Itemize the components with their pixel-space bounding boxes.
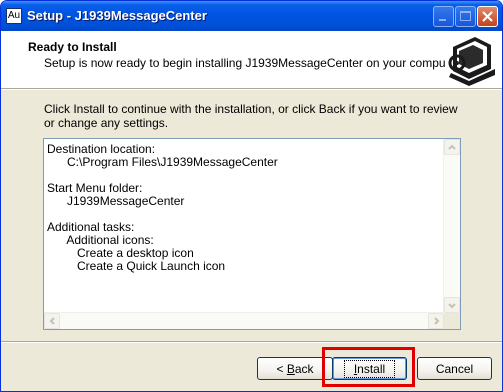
setup-computer-icon <box>445 33 499 87</box>
page-subtitle: Setup is now ready to begin installing J… <box>44 56 463 70</box>
summary-line: J1939MessageCenter <box>47 194 185 208</box>
wizard-header: Ready to Install Setup is now ready to b… <box>1 31 502 88</box>
setup-window: Au Setup - J1939MessageCenter Ready to I… <box>0 0 503 392</box>
header-divider-highlight <box>1 89 502 90</box>
scroll-up-button[interactable] <box>444 139 460 155</box>
arrow-up-icon <box>448 144 456 150</box>
arrow-down-icon <box>448 303 456 309</box>
vertical-scrollbar[interactable] <box>443 139 460 313</box>
scroll-right-button[interactable] <box>428 313 444 329</box>
page-title: Ready to Install <box>28 40 117 54</box>
close-button[interactable] <box>477 6 498 27</box>
minimize-icon <box>439 19 446 21</box>
instructions-text: Click Install to continue with the insta… <box>44 102 458 130</box>
arrow-left-icon <box>49 317 55 325</box>
maximize-icon <box>460 11 471 21</box>
scroll-down-button[interactable] <box>444 297 460 313</box>
ready-summary-memo[interactable]: Destination location: C:\Program Files\J… <box>43 138 461 330</box>
summary-text: Destination location: C:\Program Files\J… <box>47 143 437 273</box>
summary-line: Create a Quick Launch icon <box>47 259 226 273</box>
maximize-button[interactable] <box>455 6 476 27</box>
app-icon: Au <box>6 8 22 24</box>
back-button-label: < Back <box>276 361 314 376</box>
scrollbar-corner <box>444 313 460 329</box>
install-highlight-box <box>322 347 415 387</box>
arrow-right-icon <box>434 317 440 325</box>
summary-line: C:\Program Files\J1939MessageCenter <box>47 155 278 169</box>
window-title: Setup - J1939MessageCenter <box>27 8 207 23</box>
horizontal-scrollbar[interactable] <box>44 312 444 329</box>
cancel-button[interactable]: Cancel <box>417 357 492 380</box>
scroll-left-button[interactable] <box>44 313 60 329</box>
close-icon <box>482 11 493 22</box>
cancel-button-label: Cancel <box>435 361 474 376</box>
title-bar[interactable]: Au Setup - J1939MessageCenter <box>1 1 502 31</box>
minimize-button[interactable] <box>433 6 454 27</box>
footer-divider-highlight <box>1 342 502 343</box>
